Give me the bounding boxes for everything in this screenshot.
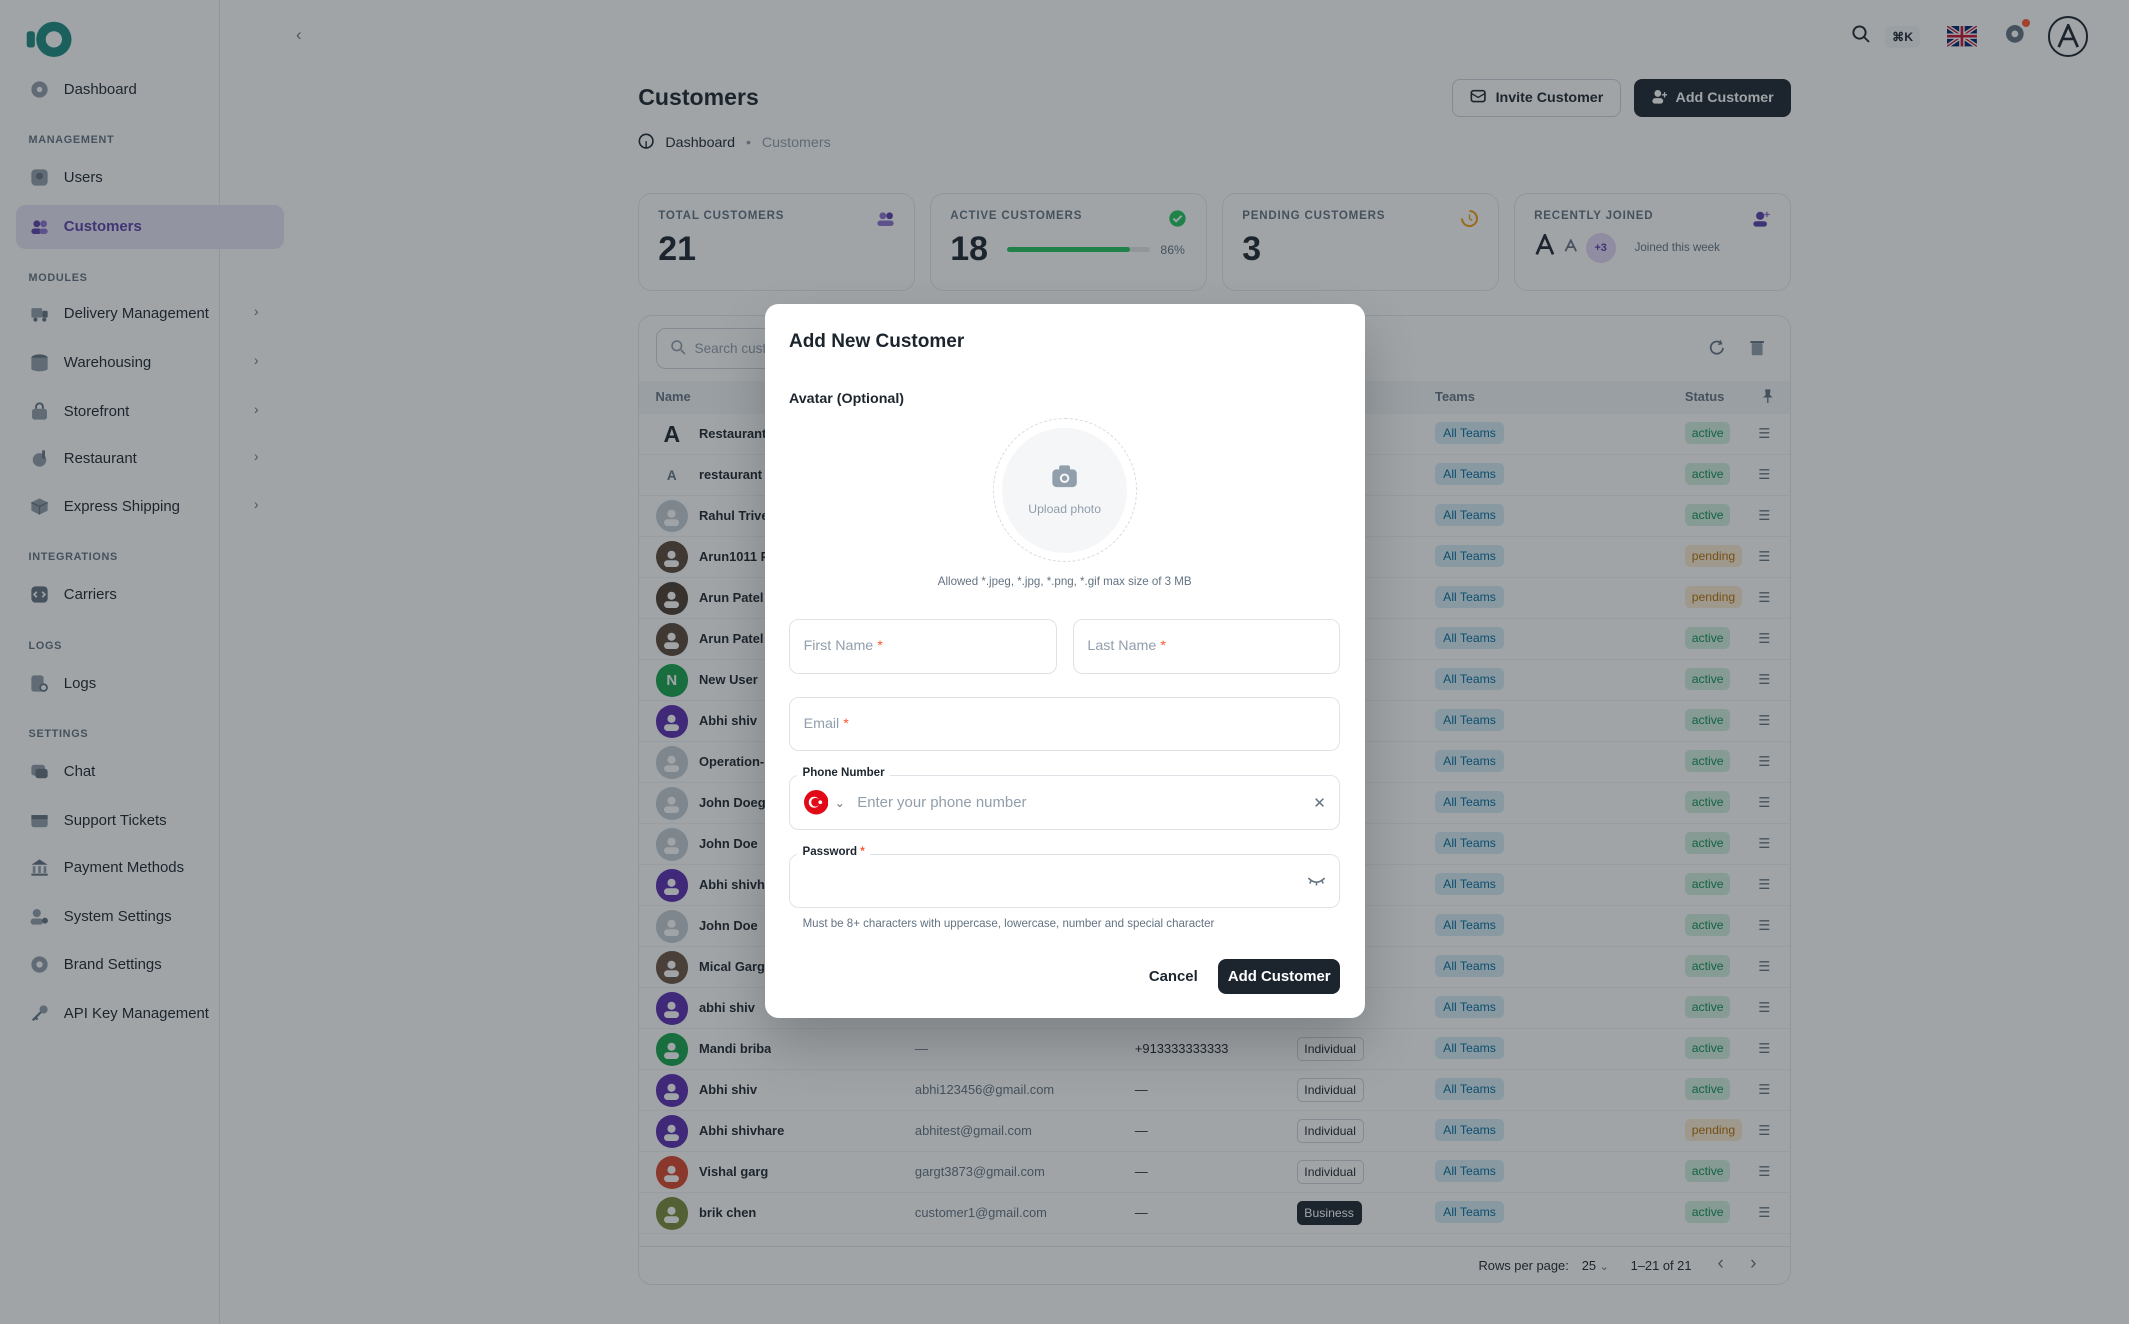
add-customer-dialog: Add New Customer Avatar (Optional) Uploa… [764,304,1365,1019]
turkey-flag-icon[interactable] [803,790,828,815]
last-name-placeholder: Last Name [1087,638,1157,655]
submit-add-customer-button[interactable]: Add Customer [1218,958,1341,995]
last-name-field[interactable]: Last Name * [1072,619,1341,674]
password-label: Password * [797,846,871,859]
first-name-placeholder: First Name [803,638,874,655]
required-mark: * [860,846,865,859]
eye-closed-icon[interactable] [1307,874,1326,892]
cancel-button[interactable]: Cancel [1139,959,1207,994]
required-mark: * [1160,638,1166,655]
upload-photo-button[interactable]: Upload photo [1002,427,1128,553]
clear-icon[interactable]: ✕ [1313,794,1326,812]
phone-number-field[interactable]: ⌄ Enter your phone number ✕ [788,775,1341,830]
first-name-field[interactable]: First Name * [788,619,1057,674]
phone-placeholder: Enter your phone number [857,794,1027,812]
camera-icon [1051,464,1078,491]
required-mark: * [843,715,849,732]
email-placeholder: Email [803,715,840,732]
password-hint: Must be 8+ characters with uppercase, lo… [802,918,1215,930]
phone-number-label: Phone Number [797,767,890,780]
chevron-down-icon[interactable]: ⌄ [835,796,845,810]
dialog-title: Add New Customer [788,331,965,353]
upload-photo-label: Upload photo [1028,502,1101,517]
required-mark: * [877,638,883,655]
password-field[interactable] [788,854,1341,909]
email-field[interactable]: Email * [788,696,1341,751]
upload-allowed-note: Allowed *.jpeg, *.jpg, *.png, *.gif max … [937,575,1192,588]
avatar-label: Avatar (Optional) [788,391,905,408]
password-label-text: Password [802,846,858,859]
